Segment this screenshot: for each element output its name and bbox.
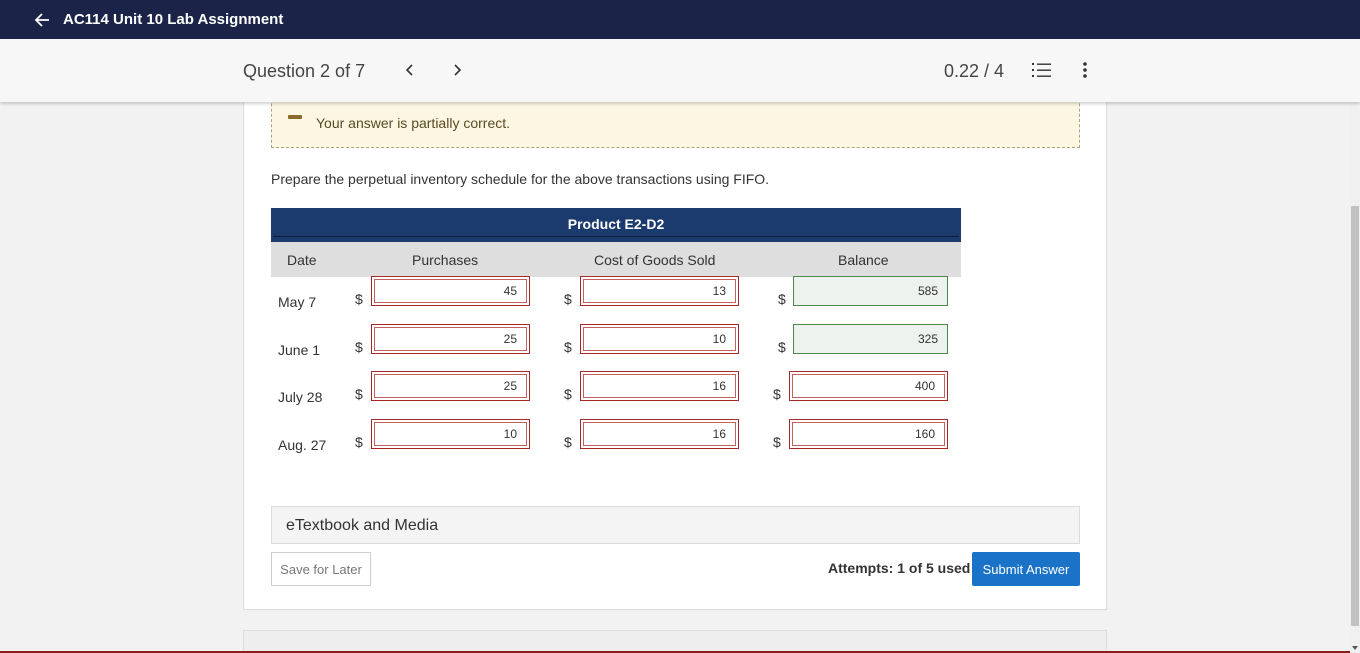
currency-symbol: $ xyxy=(564,291,572,307)
balance-value[interactable]: 585 xyxy=(794,277,947,305)
cogs-input[interactable]: 16 xyxy=(580,371,739,401)
etextbook-label[interactable]: eTextbook and Media xyxy=(286,517,438,535)
currency-symbol: $ xyxy=(355,386,363,402)
currency-symbol: $ xyxy=(564,434,572,450)
cogs-input[interactable]: 10 xyxy=(580,324,739,354)
row-date: July 28 xyxy=(278,389,323,405)
balance-value[interactable]: 160 xyxy=(792,422,945,446)
currency-symbol: $ xyxy=(778,339,786,355)
assignment-title: AC114 Unit 10 Lab Assignment xyxy=(63,11,284,28)
question-card: Your answer is partially correct. Prepar… xyxy=(243,102,1107,610)
feedback-message: Your answer is partially correct. xyxy=(316,115,511,131)
currency-symbol: $ xyxy=(355,434,363,450)
purchases-input[interactable]: 25 xyxy=(371,324,530,354)
partial-correct-banner: Your answer is partially correct. xyxy=(271,102,1080,148)
cogs-input[interactable]: 13 xyxy=(580,276,739,306)
currency-symbol: $ xyxy=(773,434,781,450)
cogs-value[interactable]: 16 xyxy=(583,422,736,446)
cogs-value[interactable]: 10 xyxy=(583,327,736,351)
numbered-list-icon[interactable] xyxy=(1031,59,1053,81)
cogs-input[interactable]: 16 xyxy=(580,419,739,449)
currency-symbol: $ xyxy=(778,291,786,307)
save-for-later-button[interactable]: Save for Later xyxy=(271,552,371,586)
cogs-value[interactable]: 16 xyxy=(583,374,736,398)
purchases-input[interactable]: 25 xyxy=(371,371,530,401)
app-header: AC114 Unit 10 Lab Assignment xyxy=(0,0,1360,39)
row-date: May 7 xyxy=(278,294,317,310)
submit-answer-button[interactable]: Submit Answer xyxy=(972,552,1080,586)
currency-symbol: $ xyxy=(355,339,363,355)
balance-input[interactable]: 160 xyxy=(789,419,948,449)
col-header-purchases: Purchases xyxy=(412,252,479,268)
scrollbar-thumb[interactable] xyxy=(1351,206,1359,626)
question-counter[interactable]: Question 2 of 7 xyxy=(243,61,365,82)
back-arrow-icon[interactable] xyxy=(33,11,51,29)
purchases-value[interactable]: 25 xyxy=(374,374,527,398)
partial-status-icon xyxy=(288,115,302,119)
attempts-counter: Attempts: 1 of 5 used xyxy=(828,560,971,576)
question-score: 0.22 / 4 xyxy=(944,61,1005,81)
purchases-value[interactable]: 25 xyxy=(374,327,527,351)
currency-symbol: $ xyxy=(564,339,572,355)
balance-input[interactable]: 585 xyxy=(793,276,948,306)
col-header-balance: Balance xyxy=(838,252,889,268)
col-header-cogs: Cost of Goods Sold xyxy=(594,252,716,268)
row-date: Aug. 27 xyxy=(278,437,327,453)
col-header-date: Date xyxy=(287,252,317,268)
balance-input[interactable]: 325 xyxy=(793,324,948,354)
question-navigation-bar: Question 2 of 7 0.22 / 4 xyxy=(0,39,1360,102)
purchases-value[interactable]: 10 xyxy=(374,422,527,446)
purchases-value[interactable]: 45 xyxy=(374,279,527,303)
page-scrollbar[interactable] xyxy=(1350,102,1360,653)
balance-input[interactable]: 400 xyxy=(789,371,948,401)
scroll-down-arrow-icon[interactable] xyxy=(1352,646,1358,650)
balance-value[interactable]: 325 xyxy=(794,325,947,353)
chevron-left-icon[interactable] xyxy=(399,59,421,81)
row-date: June 1 xyxy=(278,342,321,358)
balance-value[interactable]: 400 xyxy=(792,374,945,398)
currency-symbol: $ xyxy=(564,386,572,402)
more-vertical-icon[interactable] xyxy=(1074,59,1096,81)
currency-symbol: $ xyxy=(773,386,781,402)
chevron-right-icon[interactable] xyxy=(446,59,468,81)
currency-symbol: $ xyxy=(355,291,363,307)
table-title-divider xyxy=(273,236,959,237)
purchases-input[interactable]: 10 xyxy=(371,419,530,449)
table-title: Product E2-D2 xyxy=(567,216,665,232)
etextbook-media-panel[interactable]: eTextbook and Media xyxy=(271,506,1080,544)
purchases-input[interactable]: 45 xyxy=(371,276,530,306)
table-title-bar: Product E2-D2 xyxy=(271,208,961,242)
question-prompt: Prepare the perpetual inventory schedule… xyxy=(271,171,770,187)
cogs-value[interactable]: 13 xyxy=(583,279,736,303)
table-column-headers: Date Purchases Cost of Goods Sold Balanc… xyxy=(271,242,961,277)
content-area: Your answer is partially correct. Prepar… xyxy=(0,102,1350,653)
next-section-card xyxy=(243,630,1107,653)
